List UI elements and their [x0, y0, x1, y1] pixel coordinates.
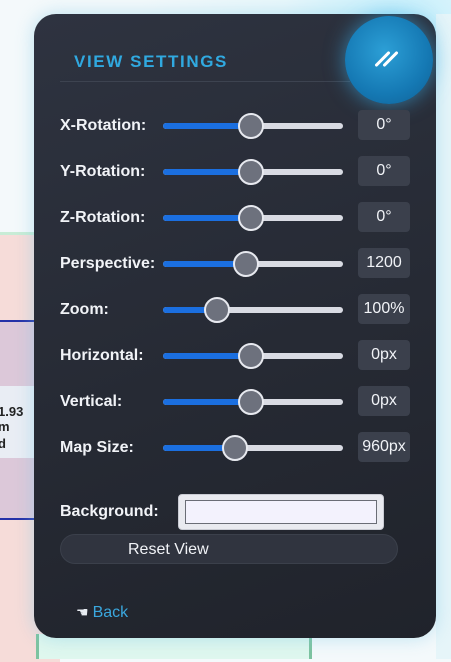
- x-rotation-slider[interactable]: [163, 113, 343, 139]
- zoom-slider[interactable]: [163, 297, 343, 323]
- background-setting: Background:: [60, 494, 390, 532]
- horizontal-label: Horizontal:: [60, 347, 144, 364]
- zoom-slider-thumb[interactable]: [204, 297, 230, 323]
- horizontal-slider[interactable]: [163, 343, 343, 369]
- z-rotation-setting: Z-Rotation: 0°: [60, 202, 430, 234]
- horizontal-setting: Horizontal: 0px: [60, 340, 430, 372]
- map-card-label: 1.93 m d: [0, 386, 34, 458]
- double-slash-icon: [374, 50, 401, 68]
- y-rotation-label: Y-Rotation:: [60, 163, 146, 180]
- background-color-picker[interactable]: [178, 494, 384, 530]
- z-rotation-slider[interactable]: [163, 205, 343, 231]
- y-rotation-setting: Y-Rotation: 0°: [60, 156, 430, 188]
- horizontal-slider-thumb[interactable]: [238, 343, 265, 369]
- map-size-setting: Map Size: 960px: [60, 432, 430, 464]
- z-rotation-label: Z-Rotation:: [60, 209, 146, 226]
- perspective-setting: Perspective: 1200: [60, 248, 430, 280]
- z-rotation-slider-thumb[interactable]: [238, 205, 265, 231]
- background-label: Background:: [60, 503, 159, 520]
- x-rotation-value: 0°: [358, 110, 410, 140]
- x-rotation-setting: X-Rotation: 0°: [60, 110, 430, 142]
- z-rotation-value: 0°: [358, 202, 410, 232]
- vertical-slider[interactable]: [163, 389, 343, 415]
- perspective-slider-thumb[interactable]: [232, 251, 259, 277]
- map-size-slider-thumb[interactable]: [222, 435, 248, 461]
- back-link[interactable]: ☚ Back: [76, 604, 128, 622]
- map-card-value: 1.93 m: [0, 404, 24, 434]
- horizontal-value: 0px: [358, 340, 410, 370]
- vertical-setting: Vertical: 0px: [60, 386, 430, 418]
- zoom-setting: Zoom: 100%: [60, 294, 430, 326]
- reset-view-button[interactable]: Reset View: [60, 534, 398, 564]
- vertical-label: Vertical:: [60, 393, 123, 410]
- map-size-slider[interactable]: [163, 435, 343, 461]
- map-size-value: 960px: [358, 432, 410, 462]
- perspective-value: 1200: [358, 248, 410, 278]
- panel-toggle-button[interactable]: [345, 16, 433, 104]
- y-rotation-value: 0°: [358, 156, 410, 186]
- title-divider: [60, 81, 350, 82]
- map-size-label: Map Size:: [60, 439, 134, 456]
- back-label: Back: [92, 604, 129, 621]
- x-rotation-slider-thumb[interactable]: [238, 113, 265, 139]
- map-card-subtext: d: [0, 436, 6, 451]
- y-rotation-slider-thumb[interactable]: [238, 159, 265, 185]
- panel-title: VIEW SETTINGS: [74, 52, 228, 71]
- app-edge: [436, 14, 451, 659]
- y-rotation-slider[interactable]: [163, 159, 343, 185]
- perspective-label: Perspective:: [60, 255, 156, 272]
- perspective-slider[interactable]: [163, 251, 343, 277]
- background-color-swatch: [185, 500, 377, 524]
- x-rotation-label: X-Rotation:: [60, 117, 147, 134]
- view-settings-panel: VIEW SETTINGS X-Rotation: 0° Y-Rotation: 0°…: [34, 14, 436, 638]
- zoom-value: 100%: [358, 294, 410, 324]
- vertical-slider-thumb[interactable]: [238, 389, 265, 415]
- vertical-value: 0px: [358, 386, 410, 416]
- zoom-label: Zoom:: [60, 301, 109, 318]
- pointing-hand-icon: ☚: [76, 604, 89, 620]
